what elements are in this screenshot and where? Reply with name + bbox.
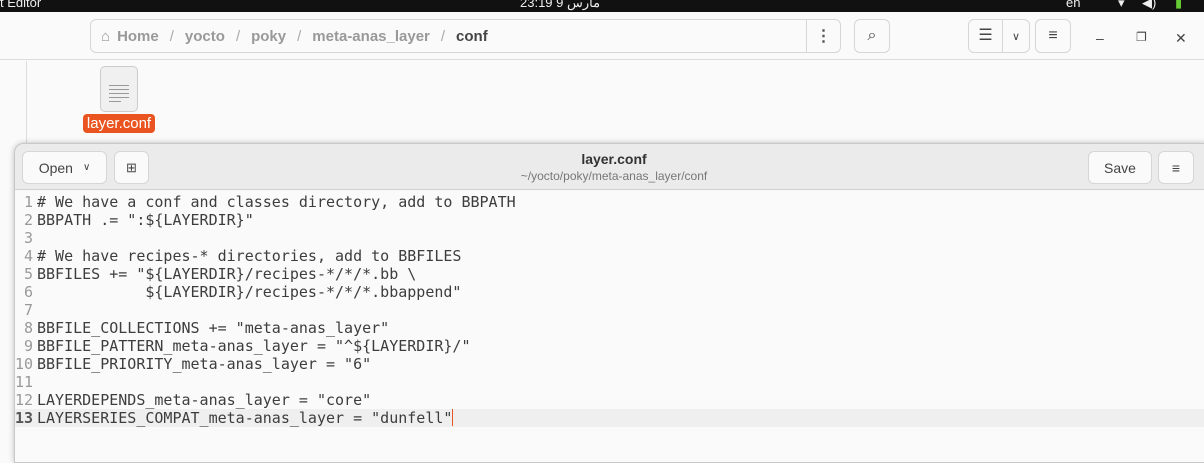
line-text: LAYERSERIES_COMPAT_meta-anas_layer = "du… — [37, 409, 453, 427]
line-number: 10 — [15, 355, 34, 373]
volume-icon[interactable]: ◀) — [1142, 0, 1156, 11]
system-top-bar: t Editor 23:19 9 مارس en ▾ ◀) ▮ — [0, 0, 1204, 12]
crumb-home[interactable]: Home — [117, 28, 159, 45]
line-number: 4 — [23, 247, 33, 265]
code-line[interactable]: 13 LAYERSERIES_COMPAT_meta-anas_layer = "… — [15, 409, 1204, 427]
path-separator: / — [169, 27, 174, 45]
code-line[interactable]: 9 BBFILE_PATTERN_meta-anas_layer = "^${LA… — [15, 337, 1204, 355]
line-text: BBFILES += "${LAYERDIR}/recipes-*/*/*.bb… — [37, 265, 417, 283]
crumb-yocto[interactable]: yocto — [185, 28, 225, 45]
line-number: 13 — [15, 409, 34, 427]
hamburger-icon: ≡ — [1048, 27, 1058, 44]
line-text: ${LAYERDIR}/recipes-*/*/*.bbappend" — [37, 283, 462, 301]
path-menu-button[interactable]: ⋮ — [806, 20, 840, 52]
battery-icon[interactable]: ▮ — [1175, 0, 1182, 11]
hamburger-icon: ≡ — [1171, 159, 1181, 176]
network-icon[interactable]: ▾ — [1118, 0, 1125, 11]
active-app-name[interactable]: t Editor — [0, 0, 41, 10]
clock[interactable]: 23:19 9 مارس — [520, 0, 600, 11]
code-line[interactable]: 2 BBPATH .= ":${LAYERDIR}" — [15, 211, 1204, 229]
file-item[interactable]: layer.conf — [82, 66, 156, 133]
line-number: 11 — [15, 373, 34, 391]
text-cursor — [452, 409, 454, 426]
list-view-icon[interactable]: ☰ — [969, 20, 1003, 52]
line-number: 1 — [23, 193, 33, 211]
main-menu-button[interactable]: ≡ — [1035, 19, 1071, 53]
line-text: BBFILE_PATTERN_meta-anas_layer = "^${LAY… — [37, 337, 471, 355]
line-number: 7 — [23, 301, 33, 319]
code-line[interactable]: 4 # We have recipes-* directories, add to… — [15, 247, 1204, 265]
line-text: LAYERDEPENDS_meta-anas_layer = "core" — [37, 391, 372, 409]
chevron-down-icon[interactable]: ∨ — [1003, 30, 1029, 43]
document-path: ~/yocto/poky/meta-anas_layer/conf — [520, 169, 708, 183]
crumb-poky[interactable]: poky — [251, 28, 286, 45]
save-button[interactable]: Save — [1088, 151, 1152, 184]
line-text: # We have a conf and classes directory, … — [37, 193, 516, 211]
line-number: 9 — [23, 337, 33, 355]
line-text: BBPATH .= ":${LAYERDIR}" — [37, 211, 254, 229]
home-icon: ⌂ — [101, 27, 111, 45]
code-line[interactable]: 10 BBFILE_PRIORITY_meta-anas_layer = "6" — [15, 355, 1204, 373]
code-line[interactable]: 7 — [15, 301, 1204, 319]
file-manager-header: ⌂ Home / yocto / poky / meta-anas_layer … — [0, 12, 1204, 60]
code-line[interactable]: 5 BBFILES += "${LAYERDIR}/recipes-*/*/*.b… — [15, 265, 1204, 283]
line-number: 3 — [23, 229, 33, 247]
line-number: 5 — [23, 265, 33, 283]
close-icon[interactable]: ✕ — [1175, 30, 1187, 47]
line-number: 2 — [23, 211, 33, 229]
sidebar-divider — [26, 61, 27, 151]
code-line[interactable]: 11 — [15, 373, 1204, 391]
code-area[interactable]: 1 # We have a conf and classes directory,… — [15, 193, 1204, 427]
editor-header-bar: Open ∨ ⊞ layer.conf ~/yocto/poky/meta-an… — [15, 144, 1204, 190]
view-options-button[interactable]: ☰ ∨ — [968, 19, 1030, 53]
path-separator: / — [297, 27, 302, 45]
maximize-icon[interactable]: ❐ — [1136, 30, 1147, 44]
text-file-icon — [100, 66, 138, 112]
code-line[interactable]: 8 BBFILE_COLLECTIONS += "meta-anas_layer" — [15, 319, 1204, 337]
code-line[interactable]: 3 — [15, 229, 1204, 247]
document-title: layer.conf — [581, 151, 647, 167]
line-number: 12 — [15, 391, 34, 409]
crumb-conf[interactable]: conf — [456, 28, 488, 45]
line-number: 8 — [23, 319, 33, 337]
search-button[interactable]: ⌕ — [854, 19, 890, 53]
code-line[interactable]: 12 LAYERDEPENDS_meta-anas_layer = "core" — [15, 391, 1204, 409]
editor-menu-button[interactable]: ≡ — [1158, 151, 1194, 184]
code-line[interactable]: 6 ${LAYERDIR}/recipes-*/*/*.bbappend" — [15, 283, 1204, 301]
minimize-icon[interactable]: – — [1096, 30, 1104, 46]
path-separator: / — [440, 27, 446, 45]
file-name: layer.conf — [82, 114, 156, 133]
path-bar[interactable]: ⌂ Home / yocto / poky / meta-anas_layer … — [90, 19, 841, 53]
line-text: # We have recipes-* directories, add to … — [37, 247, 462, 265]
line-text: BBFILE_COLLECTIONS += "meta-anas_layer" — [37, 319, 390, 337]
search-icon: ⌕ — [867, 27, 877, 44]
code-line[interactable]: 1 # We have a conf and classes directory,… — [15, 193, 1204, 211]
save-label: Save — [1104, 159, 1136, 176]
text-editor-window: Open ∨ ⊞ layer.conf ~/yocto/poky/meta-an… — [14, 143, 1204, 463]
language-indicator[interactable]: en — [1066, 0, 1080, 10]
line-number: 6 — [23, 283, 33, 301]
path-separator: / — [235, 27, 241, 45]
crumb-meta-anas-layer[interactable]: meta-anas_layer — [312, 28, 430, 45]
line-text: BBFILE_PRIORITY_meta-anas_layer = "6" — [37, 355, 372, 373]
